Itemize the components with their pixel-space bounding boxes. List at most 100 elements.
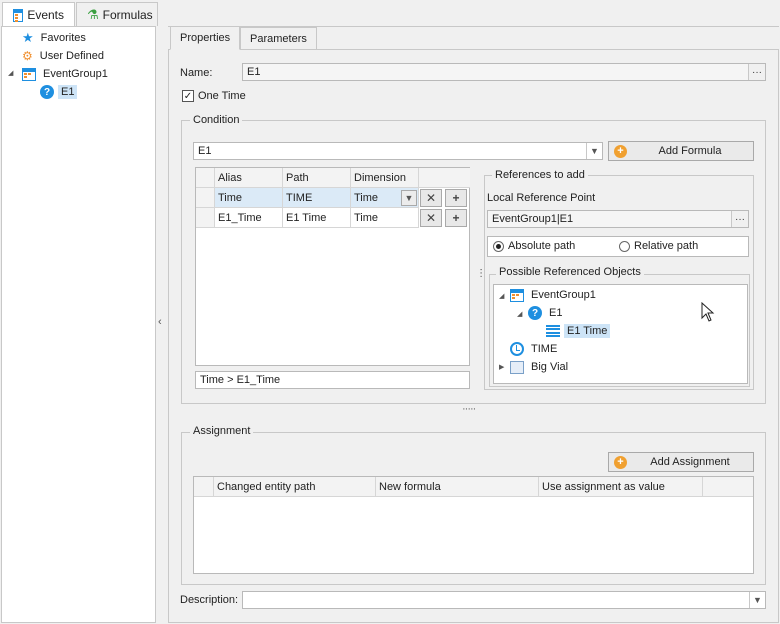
tree-item-label: E1 bbox=[58, 85, 78, 99]
tree-item-label: Big Vial bbox=[531, 361, 569, 373]
tab-formulas[interactable]: ⚗ Formulas bbox=[76, 2, 158, 26]
chevron-down-icon[interactable]: ▼ bbox=[401, 190, 417, 206]
cell-value: Time bbox=[218, 191, 243, 204]
assignment-grid[interactable]: Changed entity path New formula Use assi… bbox=[193, 476, 754, 574]
ref-tree-item-e1-time[interactable]: E1 Time bbox=[546, 322, 611, 340]
column-header-label: Use assignment as value bbox=[542, 480, 665, 493]
tree-item-label: E1 Time bbox=[564, 324, 611, 338]
column-header-label: Path bbox=[286, 171, 309, 184]
local-reference-label: Local Reference Point bbox=[487, 192, 596, 204]
horizontal-splitter-grip[interactable]: ····· bbox=[462, 403, 476, 415]
event-group-icon bbox=[510, 288, 524, 302]
tree-item-favorites[interactable]: ★ Favorites bbox=[22, 29, 89, 47]
local-reference-value: EventGroup1|E1 bbox=[492, 213, 574, 225]
condition-title: Condition bbox=[190, 114, 243, 126]
remove-row-button[interactable]: ✕ bbox=[420, 209, 442, 227]
list-icon bbox=[546, 325, 560, 337]
checkbox-checked-icon: ✓ bbox=[182, 90, 194, 102]
tree-item-e1[interactable]: ? E1 bbox=[40, 83, 78, 101]
tab-properties[interactable]: Properties bbox=[170, 26, 241, 50]
absolute-path-label: Absolute path bbox=[508, 240, 576, 252]
mouse-cursor-icon bbox=[701, 302, 715, 322]
ref-tree-item-big-vial[interactable]: Big Vial bbox=[510, 358, 571, 376]
row-indicator[interactable] bbox=[196, 188, 215, 208]
row-indicator[interactable] bbox=[196, 208, 215, 228]
column-header-actions bbox=[419, 168, 470, 188]
collapse-icon[interactable]: ◢ bbox=[517, 310, 522, 318]
column-header-dimension[interactable]: Dimension bbox=[351, 168, 419, 188]
ref-tree-item-eventgroup1[interactable]: EventGroup1 bbox=[510, 286, 599, 304]
expression-field[interactable]: Time > E1_Time bbox=[195, 371, 470, 389]
calendar-icon bbox=[13, 8, 24, 22]
chevron-down-icon[interactable]: ▼ bbox=[749, 592, 765, 608]
question-icon: ? bbox=[40, 85, 54, 99]
column-header-new-formula[interactable]: New formula bbox=[376, 477, 539, 497]
cell-dimension[interactable]: Time bbox=[351, 208, 419, 228]
description-field[interactable] bbox=[242, 591, 766, 609]
relative-path-radio[interactable]: Relative path bbox=[619, 240, 698, 252]
ref-tree-item-time[interactable]: TIME bbox=[510, 340, 560, 358]
column-header-path[interactable]: Path bbox=[283, 168, 351, 188]
tree-item-label: User Defined bbox=[39, 50, 104, 62]
tree-item-user-defined[interactable]: ⚙ User Defined bbox=[22, 47, 107, 65]
cell-path[interactable]: TIME bbox=[283, 188, 351, 208]
ref-tree-item-e1[interactable]: ? E1 bbox=[528, 304, 565, 322]
expand-icon[interactable]: ▶ bbox=[499, 363, 504, 371]
event-group-icon bbox=[22, 67, 36, 81]
cell-path[interactable]: E1 Time bbox=[283, 208, 351, 228]
tab-formulas-label: Formulas bbox=[102, 7, 153, 22]
tree-item-label: Favorites bbox=[40, 32, 86, 44]
add-formula-button[interactable]: + Add Formula bbox=[608, 141, 754, 161]
remove-row-button[interactable]: ✕ bbox=[420, 189, 442, 207]
column-header-changed-entity-path[interactable]: Changed entity path bbox=[214, 477, 376, 497]
one-time-checkbox[interactable]: ✓ One Time bbox=[182, 90, 246, 102]
cell-value: Time bbox=[354, 211, 379, 224]
references-title: References to add bbox=[492, 169, 588, 181]
tree-item-label: E1 bbox=[549, 307, 563, 319]
collapse-icon[interactable]: ◢ bbox=[8, 69, 13, 77]
tree-item-eventgroup1[interactable]: EventGroup1 bbox=[22, 65, 111, 83]
cell-alias[interactable]: Time bbox=[215, 188, 283, 208]
alias-grid[interactable]: Alias Path Dimension Time TIME Time ▼ ✕ … bbox=[195, 167, 470, 366]
event-tree[interactable]: ★ Favorites ⚙ User Defined ◢ EventGroup1… bbox=[1, 26, 156, 623]
column-header-actions bbox=[703, 477, 753, 497]
condition-formula-value: E1 bbox=[198, 145, 212, 157]
local-reference-field[interactable]: EventGroup1|E1 bbox=[487, 210, 749, 228]
star-icon: ★ bbox=[22, 30, 34, 45]
column-header-label: Alias bbox=[218, 171, 242, 184]
description-label: Description: bbox=[180, 594, 239, 606]
name-browse-button[interactable]: ··· bbox=[748, 64, 765, 80]
name-label: Name: bbox=[180, 67, 213, 79]
cell-alias[interactable]: E1_Time bbox=[215, 208, 283, 228]
tree-item-label: EventGroup1 bbox=[43, 68, 108, 80]
add-row-button[interactable]: + bbox=[445, 209, 467, 227]
add-formula-label: Add Formula bbox=[658, 145, 722, 157]
collapse-icon[interactable]: ◢ bbox=[499, 292, 504, 300]
chevron-left-icon[interactable]: ‹ bbox=[158, 316, 162, 328]
user-defined-icon: ⚙ bbox=[22, 49, 33, 63]
vial-icon bbox=[510, 360, 524, 374]
expression-value: Time > E1_Time bbox=[200, 374, 281, 386]
local-reference-browse-button[interactable]: ··· bbox=[731, 211, 748, 227]
add-assignment-button[interactable]: + Add Assignment bbox=[608, 452, 754, 472]
possible-objects-title: Possible Referenced Objects bbox=[496, 266, 644, 278]
plus-icon: + bbox=[614, 455, 627, 469]
flask-icon: ⚗ bbox=[87, 6, 99, 22]
column-header-use-assignment[interactable]: Use assignment as value bbox=[539, 477, 703, 497]
tab-parameters[interactable]: Parameters bbox=[240, 27, 317, 50]
add-row-button[interactable]: + bbox=[445, 189, 467, 207]
tab-events[interactable]: Events bbox=[2, 2, 75, 27]
cell-value: TIME bbox=[286, 191, 313, 204]
column-header-alias[interactable]: Alias bbox=[215, 168, 283, 188]
add-assignment-label: Add Assignment bbox=[650, 456, 730, 468]
absolute-path-radio[interactable]: Absolute path bbox=[493, 240, 575, 252]
condition-formula-field[interactable]: E1 bbox=[193, 142, 603, 160]
chevron-down-icon[interactable]: ▼ bbox=[586, 143, 602, 159]
clock-icon bbox=[510, 342, 524, 356]
radio-selected-icon bbox=[493, 240, 504, 252]
tab-parameters-label: Parameters bbox=[250, 33, 307, 45]
cell-value: E1 Time bbox=[286, 211, 327, 224]
panel-splitter[interactable]: ‹ bbox=[156, 26, 168, 623]
possible-objects-tree[interactable]: ◢ EventGroup1 ◢ ? E1 E1 Time TIME ▶ Big … bbox=[493, 284, 748, 384]
name-field[interactable]: E1 bbox=[242, 63, 766, 81]
